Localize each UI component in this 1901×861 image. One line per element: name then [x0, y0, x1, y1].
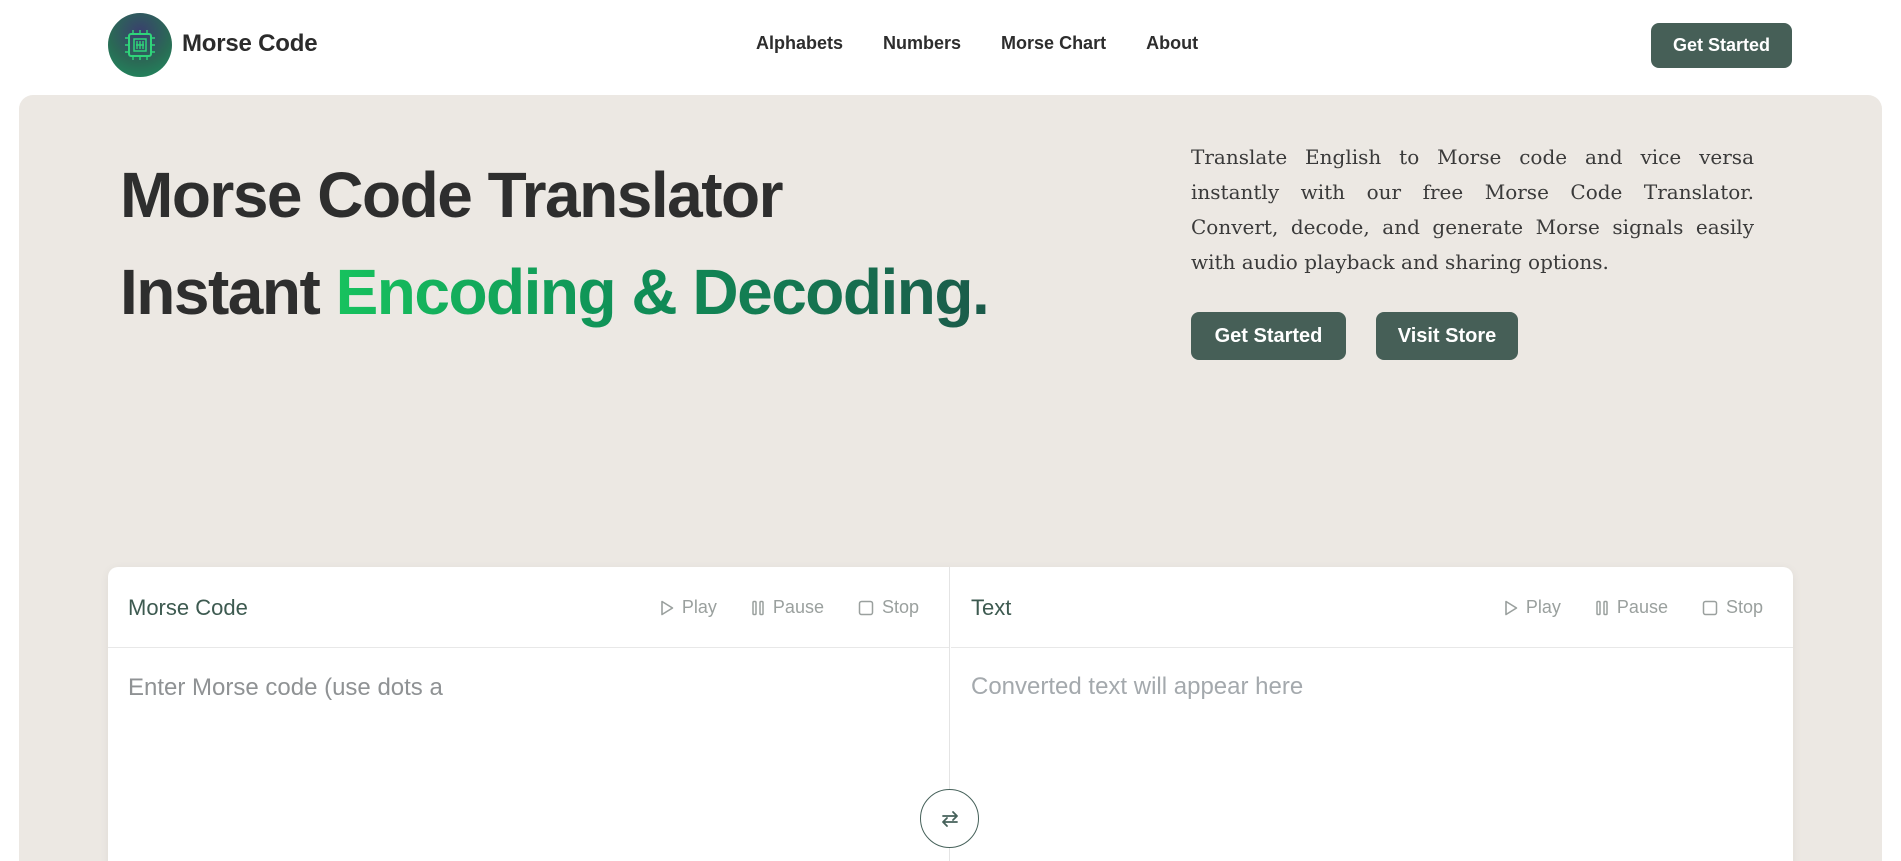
text-stop-button[interactable]: Stop — [1702, 597, 1763, 618]
text-output[interactable]: Converted text will appear here — [971, 673, 1303, 701]
visit-store-button[interactable]: Visit Store — [1376, 312, 1518, 360]
morse-play-label: Play — [681, 597, 717, 617]
hero-subtitle-plain: Instant — [120, 256, 336, 328]
text-stop-label: Stop — [1725, 597, 1763, 617]
hero-get-started-button[interactable]: Get Started — [1191, 312, 1346, 360]
hero-subtitle-highlight: Encoding & Decoding. — [335, 256, 990, 328]
hero-title: Morse Code Translator — [120, 159, 784, 231]
swap-button[interactable] — [920, 789, 979, 848]
stop-icon — [858, 600, 874, 615]
text-pause-label: Pause — [1616, 597, 1668, 617]
morse-input[interactable] — [128, 674, 908, 702]
nav-link-alphabets[interactable]: Alphabets — [756, 33, 843, 54]
text-pane: Text Play Pause Stop Converted text will… — [951, 567, 1793, 861]
morse-pause-label: Pause — [772, 597, 824, 617]
morse-audio-controls: Play Pause Stop — [660, 597, 919, 618]
morse-stop-button[interactable]: Stop — [858, 597, 919, 618]
morse-pane-title: Morse Code — [128, 595, 248, 620]
text-audio-controls: Play Pause Stop — [1504, 597, 1763, 618]
hero-subtitle: Instant Encoding & Decoding. — [120, 255, 990, 329]
top-nav: Morse Code Alphabets Numbers Morse Chart… — [0, 0, 1901, 92]
text-pause-button[interactable]: Pause — [1595, 597, 1668, 618]
stop-icon — [1702, 600, 1718, 615]
morse-stop-label: Stop — [881, 597, 919, 617]
pause-icon — [752, 600, 764, 615]
brand-name[interactable]: Morse Code — [182, 30, 318, 58]
text-play-label: Play — [1525, 597, 1561, 617]
morse-pane: Morse Code Play Pause Stop — [108, 567, 950, 861]
swap-icon — [941, 810, 958, 827]
main-menu: Alphabets Numbers Morse Chart About — [756, 33, 1198, 54]
nav-link-about[interactable]: About — [1146, 33, 1198, 54]
play-icon — [1505, 600, 1518, 615]
morse-play-button[interactable]: Play — [660, 597, 717, 618]
nav-link-morse-chart[interactable]: Morse Chart — [1001, 33, 1106, 54]
logo-icon[interactable] — [108, 13, 172, 77]
nav-get-started-button[interactable]: Get Started — [1651, 23, 1792, 68]
morse-pause-button[interactable]: Pause — [751, 597, 824, 618]
nav-link-numbers[interactable]: Numbers — [883, 33, 961, 54]
text-pane-header: Text Play Pause Stop — [951, 567, 1793, 648]
pause-icon — [1596, 600, 1608, 615]
hero-description: Translate English to Morse code and vice… — [1191, 145, 1754, 274]
morse-pane-header: Morse Code Play Pause Stop — [108, 567, 949, 648]
play-icon — [661, 600, 674, 615]
text-pane-title: Text — [971, 595, 1012, 620]
text-play-button[interactable]: Play — [1504, 597, 1561, 618]
